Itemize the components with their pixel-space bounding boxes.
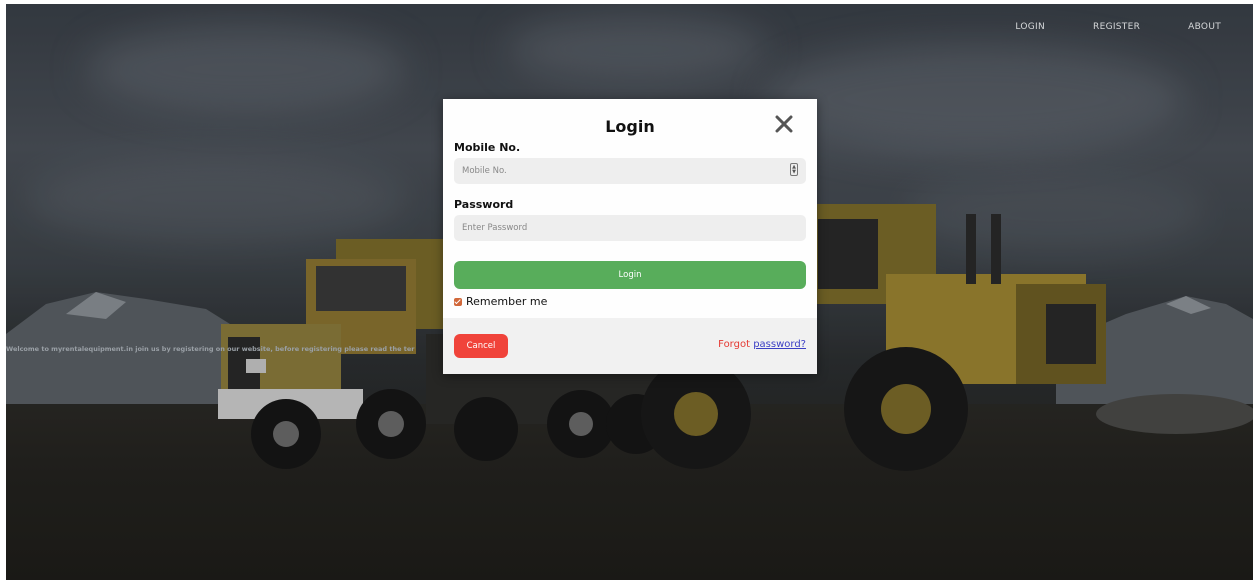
password-label: Password — [454, 198, 514, 211]
remember-label: Remember me — [466, 295, 548, 308]
number-spinner-icon[interactable]: ▲ ▼ — [790, 163, 798, 176]
forgot-password: Forgot password? — [718, 339, 806, 350]
nav-register-link[interactable]: REGISTER — [1093, 22, 1140, 32]
close-icon — [775, 115, 793, 133]
forgot-password-link[interactable]: password? — [753, 339, 806, 350]
nav-login-link[interactable]: LOGIN — [1015, 22, 1045, 32]
login-button[interactable]: Login — [454, 261, 806, 289]
modal-footer: Cancel Forgot password? — [443, 318, 817, 374]
close-button[interactable] — [773, 113, 795, 135]
modal-title: Login — [605, 117, 655, 136]
mobile-input[interactable] — [454, 158, 806, 184]
remember-me[interactable]: Remember me — [454, 295, 547, 308]
welcome-marquee: Welcome to myrentalequipment.in join us … — [6, 345, 415, 353]
password-input[interactable] — [454, 215, 806, 241]
forgot-prefix: Forgot — [718, 339, 751, 350]
top-nav: LOGIN REGISTER ABOUT — [1015, 22, 1221, 32]
cancel-button[interactable]: Cancel — [454, 334, 508, 358]
mobile-label: Mobile No. — [454, 141, 521, 154]
checkbox-checked-icon[interactable] — [454, 297, 462, 306]
login-modal: Login Mobile No. ▲▼ Password Login Remem… — [443, 99, 817, 374]
nav-about-link[interactable]: ABOUT — [1188, 22, 1221, 32]
